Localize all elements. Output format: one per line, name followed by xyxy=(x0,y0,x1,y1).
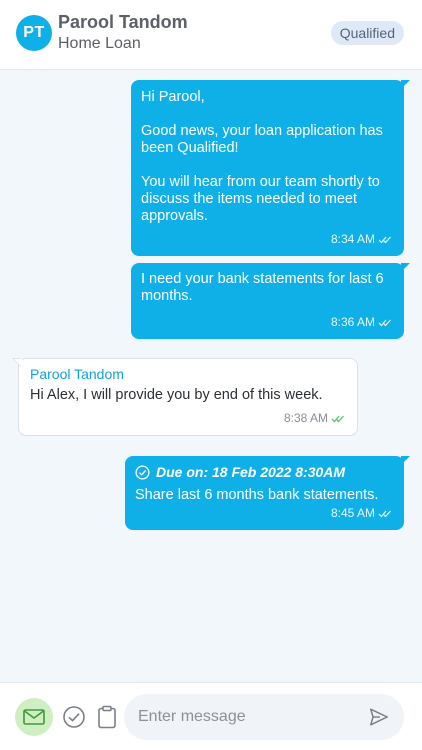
double-check-icon xyxy=(331,415,344,423)
sender-name: Parool Tandom xyxy=(30,366,124,382)
message-time: 8:36 AM xyxy=(330,315,375,329)
message-bubble-incoming[interactable]: Parool Tandom Hi Alex, I will provide yo… xyxy=(12,358,358,436)
message-meta: 8:36 AM xyxy=(331,314,392,331)
email-mode-button[interactable] xyxy=(15,698,53,736)
message-composer xyxy=(0,682,422,750)
double-check-icon xyxy=(378,510,391,518)
message-bubble-outgoing[interactable]: I need your bank statements for last 6 m… xyxy=(131,263,410,339)
message-time: 8:34 AM xyxy=(330,232,375,246)
message-time: 8:45 AM xyxy=(330,506,375,520)
double-check-icon xyxy=(378,319,391,327)
message-meta: 8:34 AM xyxy=(331,231,392,248)
message-text: Hi Alex, I will provide you by end of th… xyxy=(30,387,323,403)
avatar[interactable]: PT xyxy=(16,15,52,51)
message-bubble-outgoing[interactable]: Hi Parool, Good news, your loan applicat… xyxy=(131,80,410,256)
task-due-title: Due on: 18 Feb 2022 8:30AM xyxy=(135,464,394,481)
message-input[interactable] xyxy=(138,694,358,740)
task-button[interactable] xyxy=(61,704,87,730)
message-text: Share last 6 months bank statements. xyxy=(135,487,379,503)
message-text: Hi Parool, Good news, your loan applicat… xyxy=(141,89,383,224)
mail-icon xyxy=(23,709,45,725)
task-message-bubble[interactable]: Due on: 18 Feb 2022 8:30AM Share last 6 … xyxy=(125,456,410,530)
message-time: 8:38 AM xyxy=(283,411,328,425)
check-circle-icon xyxy=(63,706,85,728)
message-meta: 8:38 AM xyxy=(284,410,345,427)
status-badge: Qualified xyxy=(330,21,404,45)
message-meta: 8:45 AM xyxy=(331,505,392,522)
clipboard-button[interactable] xyxy=(94,704,120,730)
contact-name[interactable]: Parool Tandom xyxy=(58,12,188,33)
check-circle-icon xyxy=(135,465,150,480)
clipboard-icon xyxy=(98,705,116,729)
contact-subtitle: Home Loan xyxy=(58,35,141,52)
double-check-icon xyxy=(378,236,391,244)
send-icon[interactable] xyxy=(368,706,390,728)
chat-header: PT Parool Tandom Home Loan Qualified xyxy=(0,0,422,70)
message-input-wrapper xyxy=(124,694,404,740)
task-due-label: Due on: 18 Feb 2022 8:30AM xyxy=(156,464,346,480)
message-text: I need your bank statements for last 6 m… xyxy=(141,271,384,304)
